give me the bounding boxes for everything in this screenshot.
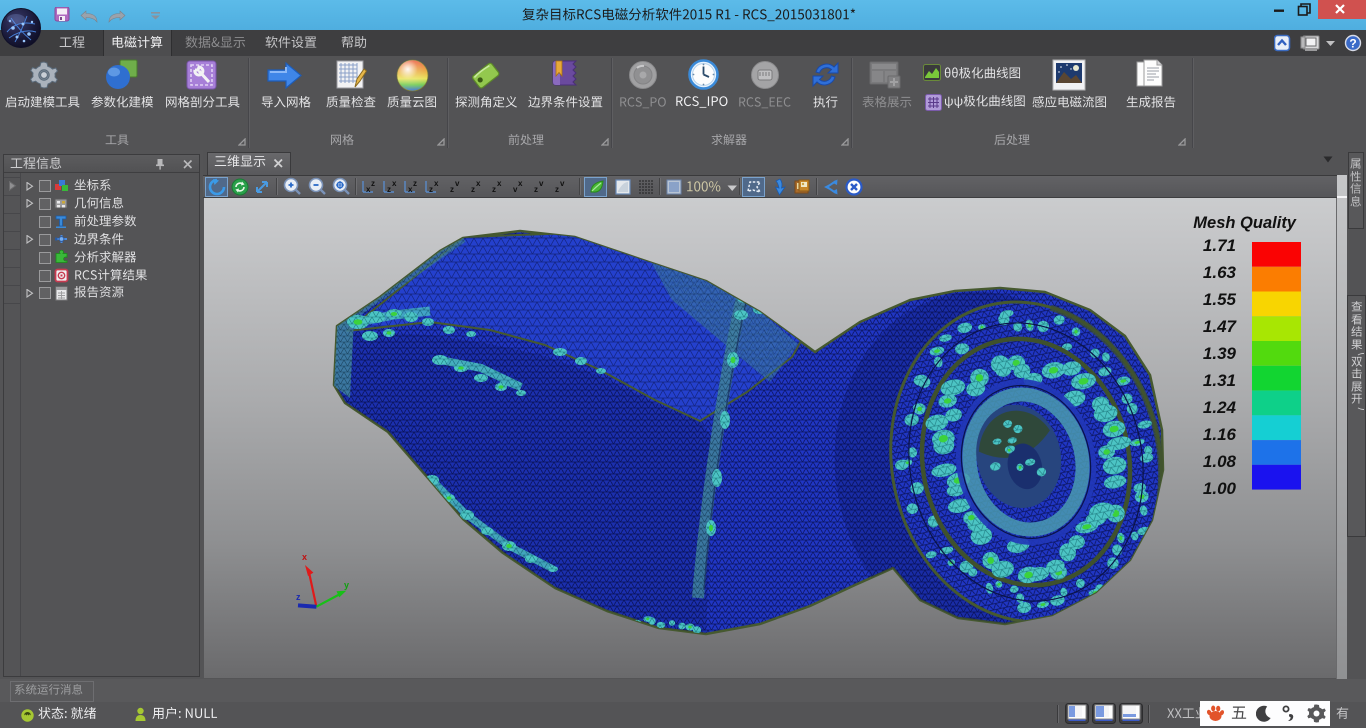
svg-text:z: z bbox=[387, 185, 391, 194]
svg-text:z: z bbox=[450, 185, 454, 194]
svg-text:z: z bbox=[492, 185, 496, 194]
svg-text:y: y bbox=[344, 580, 349, 590]
svg-text:z: z bbox=[413, 179, 417, 188]
svg-text:z: z bbox=[534, 185, 538, 194]
svg-text:v: v bbox=[455, 179, 460, 188]
svg-text:z: z bbox=[296, 592, 301, 602]
svg-text:x: x bbox=[476, 179, 481, 188]
svg-text:x: x bbox=[302, 552, 307, 562]
svg-text:x: x bbox=[434, 179, 439, 188]
svg-text:x: x bbox=[518, 179, 523, 188]
svg-text:z: z bbox=[371, 179, 375, 188]
svg-text:x: x bbox=[392, 179, 397, 188]
svg-text:v: v bbox=[560, 179, 565, 188]
svg-text:z: z bbox=[471, 185, 475, 194]
svg-text:z: z bbox=[555, 185, 559, 194]
svg-text:?: ? bbox=[1349, 37, 1356, 51]
svg-text:v: v bbox=[539, 179, 544, 188]
svg-text:z: z bbox=[429, 185, 433, 194]
svg-text:x: x bbox=[497, 179, 502, 188]
